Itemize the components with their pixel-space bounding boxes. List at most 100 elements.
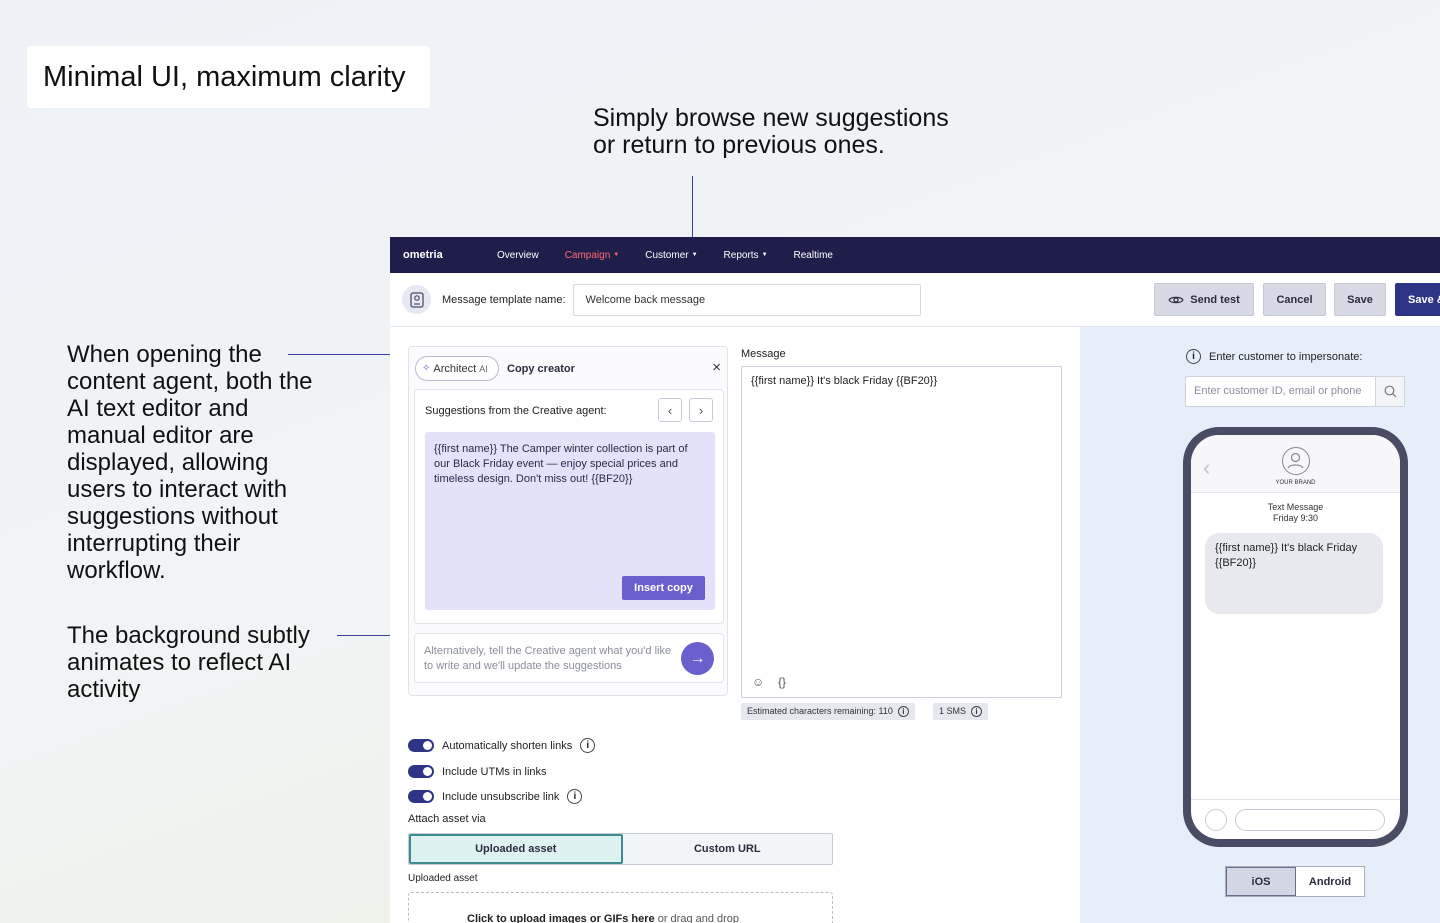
next-suggestion-button[interactable]: ›: [689, 398, 713, 422]
content-agent-panel: ✧ Architect AI Copy creator × Suggestion…: [408, 346, 728, 696]
upload-instructions: Click to upload images or GIFs here or d…: [467, 913, 739, 923]
nav-campaign[interactable]: Campaign ▼: [565, 250, 620, 261]
nav-label: Realtime: [793, 249, 833, 261]
upload-dropzone[interactable]: Click to upload images or GIFs here or d…: [408, 892, 833, 923]
chars-remaining-chip: Estimated characters remaining: 110 i: [741, 703, 915, 720]
nav-overview[interactable]: Overview: [497, 250, 539, 261]
annotation-content-agent: When opening the content agent, both the…: [67, 341, 313, 584]
nav-customer[interactable]: Customer ▼: [645, 250, 697, 261]
brand-name: YOUR BRAND: [1275, 480, 1316, 486]
sms-time: Friday 9:30: [1272, 513, 1319, 523]
send-test-button[interactable]: Send test: [1154, 283, 1254, 316]
save-button[interactable]: Save: [1334, 283, 1386, 316]
sms-type: Text Message: [1267, 502, 1324, 512]
architect-ai-label: AI: [479, 363, 488, 374]
annotation-browse-suggestions: Simply browse new suggestions or return …: [593, 104, 949, 159]
shorten-links-toggle[interactable]: [408, 739, 434, 752]
include-utms-label: Include UTMs in links: [442, 765, 547, 778]
save-and-button[interactable]: Save &: [1395, 283, 1440, 316]
nav-label: Customer: [645, 249, 689, 261]
upload-cta[interactable]: Click to upload images or GIFs here: [467, 913, 655, 923]
previous-suggestion-button[interactable]: ‹: [658, 398, 682, 422]
template-icon: [402, 285, 431, 314]
os-selector: iOS Android: [1225, 866, 1365, 897]
annotation-background-animation: The background subtly animates to reflec…: [67, 622, 310, 703]
template-toolbar: Message template name: Welcome back mess…: [390, 273, 1440, 327]
send-test-label: Send test: [1190, 293, 1240, 306]
app-window: ometria Overview Campaign ▼ Customer ▼ Rep…: [390, 237, 1440, 923]
nav-label: Campaign: [564, 249, 611, 261]
shorten-links-label: Automatically shorten links: [442, 739, 573, 752]
nav-label: Reports: [723, 249, 759, 261]
impersonate-label-text: Enter customer to impersonate:: [1209, 350, 1363, 363]
sms-preview-panel: i Enter customer to impersonate: Enter c…: [1080, 327, 1440, 923]
chevron-right-icon: ›: [698, 402, 704, 418]
agent-prompt-input[interactable]: Alternatively, tell the Creative agent w…: [414, 633, 724, 683]
back-chevron-icon: ‹: [1203, 455, 1211, 480]
impersonate-placeholder: Enter customer ID, email or phone: [1194, 385, 1362, 397]
phone-mockup: ‹ YOUR BRAND Text Message Friday 9:30 {{…: [1183, 427, 1408, 847]
info-icon[interactable]: i: [971, 706, 983, 717]
info-icon[interactable]: i: [1186, 349, 1201, 364]
message-label: Message: [741, 348, 786, 360]
top-nav: ometria Overview Campaign ▼ Customer ▼ Rep…: [390, 237, 1440, 273]
sms-count-chip: 1 SMS i: [933, 703, 989, 720]
headline: Minimal UI, maximum clarity: [27, 46, 430, 108]
android-option[interactable]: Android: [1296, 867, 1364, 896]
insert-copy-button[interactable]: Insert copy: [622, 576, 705, 600]
eye-icon: [1168, 296, 1184, 303]
sms-composer: [1191, 799, 1400, 839]
include-utms-toggle[interactable]: [408, 765, 434, 778]
uploaded-asset-label: Uploaded asset: [408, 873, 478, 884]
variable-braces-icon[interactable]: {}: [778, 675, 786, 689]
phone-screen: ‹ YOUR BRAND Text Message Friday 9:30 {{…: [1191, 435, 1400, 839]
cancel-button[interactable]: Cancel: [1263, 283, 1326, 316]
search-icon[interactable]: [1375, 377, 1404, 406]
close-icon[interactable]: ×: [712, 359, 721, 376]
brand-avatar: [1282, 447, 1310, 475]
template-name-label: Message template name:: [442, 293, 566, 306]
chars-remaining-text: Estimated characters remaining: 110: [747, 706, 893, 716]
message-text: {{first name}} It's black Friday {{BF20}…: [751, 375, 938, 387]
send-prompt-button[interactable]: →: [681, 642, 714, 675]
architect-ai-badge[interactable]: ✧ Architect AI: [415, 356, 499, 381]
copy-creator-title: Copy creator: [507, 363, 575, 375]
message-editor[interactable]: {{first name}} It's black Friday {{BF20}…: [741, 366, 1062, 698]
include-unsubscribe-toggle[interactable]: [408, 790, 434, 803]
suggestions-card: Suggestions from the Creative agent: ‹ ›…: [414, 389, 724, 624]
caret-down-icon: ▼: [691, 252, 698, 258]
sms-header: ‹ YOUR BRAND: [1191, 435, 1400, 493]
attach-asset-label: Attach asset via: [408, 813, 486, 825]
camera-icon: [1205, 809, 1227, 831]
ios-option[interactable]: iOS: [1226, 867, 1296, 896]
unsubscribe-row: Include unsubscribe link i: [408, 789, 583, 804]
sms-count-text: 1 SMS: [939, 706, 967, 716]
smile-icon[interactable]: ☺: [752, 675, 764, 689]
sms-input-field: [1235, 809, 1385, 831]
arrow-right-icon: →: [689, 649, 706, 667]
custom-url-option[interactable]: Custom URL: [623, 834, 833, 864]
architect-label: Architect: [433, 362, 477, 375]
caret-down-icon: ▼: [613, 252, 620, 258]
sms-bubble: {{first name}} It's black Friday {{BF20}…: [1205, 533, 1383, 614]
nav-realtime[interactable]: Realtime: [794, 250, 833, 261]
info-icon[interactable]: i: [897, 706, 909, 717]
chevron-left-icon: ‹: [667, 402, 673, 418]
template-name-input[interactable]: Welcome back message: [572, 283, 921, 316]
include-unsubscribe-label: Include unsubscribe link: [442, 790, 560, 803]
info-icon[interactable]: i: [567, 789, 583, 804]
shorten-links-row: Automatically shorten links i: [408, 738, 596, 753]
info-icon[interactable]: i: [580, 738, 596, 753]
ometria-logo[interactable]: ometria: [403, 249, 497, 261]
impersonate-input[interactable]: Enter customer ID, email or phone: [1185, 376, 1405, 407]
suggestion-text: {{first name}} The Camper winter collect…: [425, 432, 715, 610]
suggestion-copy: {{first name}} The Camper winter collect…: [434, 443, 688, 485]
impersonate-label: i Enter customer to impersonate:: [1186, 349, 1362, 364]
attach-asset-selector: Uploaded asset Custom URL: [408, 833, 833, 865]
nav-reports[interactable]: Reports ▼: [724, 250, 768, 261]
include-utms-row: Include UTMs in links: [408, 765, 547, 778]
nav-label: Overview: [497, 249, 539, 261]
sparkle-icon: ✧: [422, 363, 431, 374]
caret-down-icon: ▼: [761, 252, 768, 258]
uploaded-asset-option[interactable]: Uploaded asset: [409, 834, 623, 864]
